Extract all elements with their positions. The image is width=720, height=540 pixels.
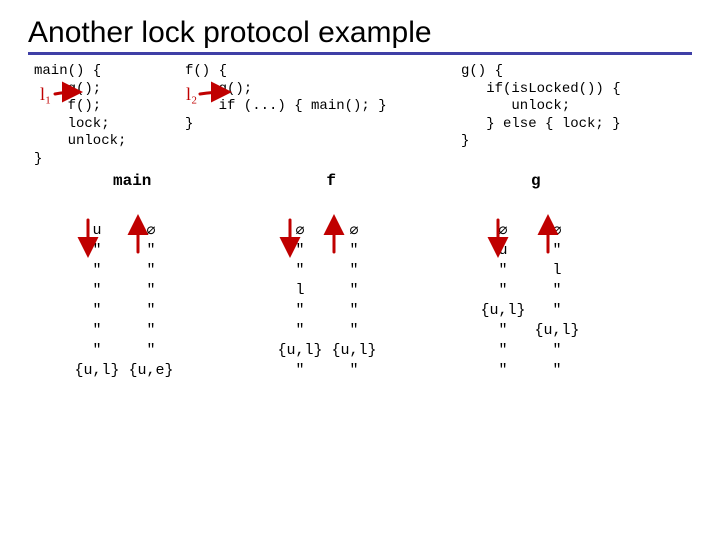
table-row: {u,l}{u,l} <box>273 340 381 360</box>
table-row: ″{u,l} <box>476 320 584 340</box>
label-main: main <box>113 172 151 190</box>
code-area: main() { g(); f(); lock; unlock; } f() {… <box>34 63 692 168</box>
table-row: ∅∅ <box>273 220 381 240</box>
table-row: ″″ <box>273 300 381 320</box>
table-main: u∅ ″″ ″″ ″″ ″″ ″″ ″″ {u,l}{u,e} <box>70 220 178 380</box>
label-f: f <box>326 172 336 190</box>
table-row: ″″ <box>273 320 381 340</box>
table-row: ″″ <box>476 280 584 300</box>
column-labels: main f g <box>28 172 692 190</box>
table-row: ″″ <box>70 320 178 340</box>
table-row: ″″ <box>476 340 584 360</box>
table-row: l″ <box>273 280 381 300</box>
slide-title: Another lock protocol example <box>28 16 692 50</box>
table-row: ″l <box>476 260 584 280</box>
table-row: ″″ <box>70 340 178 360</box>
table-g: ∅∅ u″ ″l ″″ {u,l}″ ″{u,l} ″″ ″″ <box>476 220 584 380</box>
dataflow-tables: u∅ ″″ ″″ ″″ ″″ ″″ ″″ {u,l}{u,e} ∅∅ ″″ ″″… <box>70 220 692 380</box>
table-row: {u,l}{u,e} <box>70 360 178 380</box>
table-row: ″″ <box>476 360 584 380</box>
table-row: u″ <box>476 240 584 260</box>
table-row: ″″ <box>70 240 178 260</box>
table-row: ∅∅ <box>476 220 584 240</box>
table-row: ″″ <box>273 360 381 380</box>
table-f: ∅∅ ″″ ″″ l″ ″″ ″″ {u,l}{u,l} ″″ <box>273 220 381 380</box>
table-row: ″″ <box>70 260 178 280</box>
table-row: ″″ <box>70 300 178 320</box>
code-g: g() { if(isLocked()) { unlock; } else { … <box>461 63 691 168</box>
table-row: {u,l}″ <box>476 300 584 320</box>
table-row: ″″ <box>273 240 381 260</box>
code-main: main() { g(); f(); lock; unlock; } <box>34 63 179 168</box>
code-f: f() { g(); if (...) { main(); } } <box>185 63 455 168</box>
label-g: g <box>531 172 541 190</box>
table-row: ″″ <box>273 260 381 280</box>
table-row: ″″ <box>70 280 178 300</box>
title-rule <box>28 52 692 55</box>
table-row: u∅ <box>70 220 178 240</box>
